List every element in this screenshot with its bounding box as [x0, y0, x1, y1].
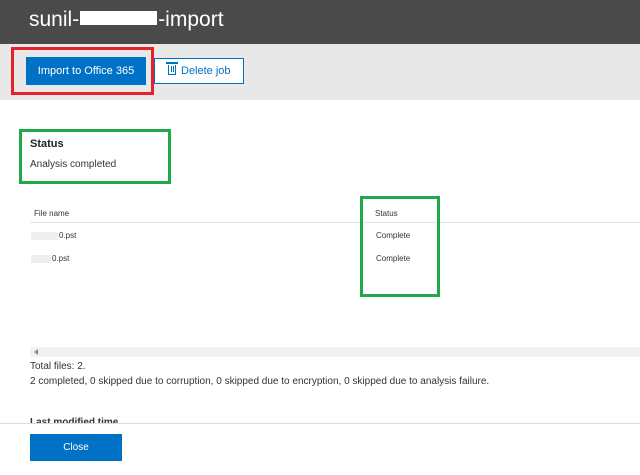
highlight-box-red — [11, 47, 154, 95]
delete-job-button[interactable]: Delete job — [154, 58, 244, 84]
horizontal-scrollbar[interactable] — [30, 347, 640, 357]
close-button[interactable]: Close — [30, 434, 122, 461]
table-row-file: 0.pst — [52, 254, 70, 263]
scroll-left-arrow-icon[interactable] — [34, 349, 38, 355]
total-files-text: Total files: 2. — [30, 361, 86, 372]
table-row-file: 0.pst — [59, 231, 77, 240]
redacted-block — [80, 11, 158, 26]
title-prefix: sunil- — [29, 8, 80, 31]
redacted-filename-prefix — [31, 232, 58, 240]
highlight-box-status — [19, 129, 171, 184]
column-header-file-name[interactable]: File name — [34, 209, 69, 218]
redacted-filename-prefix — [31, 255, 51, 263]
table-header-divider — [30, 222, 640, 223]
highlight-box-status-column — [360, 196, 440, 297]
last-modified-label: Last modified time — [30, 417, 119, 423]
page-title: sunil- -import — [29, 8, 224, 32]
title-suffix: -import — [158, 8, 224, 31]
trash-icon — [166, 62, 178, 75]
delete-job-label: Delete job — [181, 65, 231, 77]
title-bar: sunil- -import — [0, 0, 640, 44]
summary-detail-text: 2 completed, 0 skipped due to corruption… — [30, 376, 490, 387]
